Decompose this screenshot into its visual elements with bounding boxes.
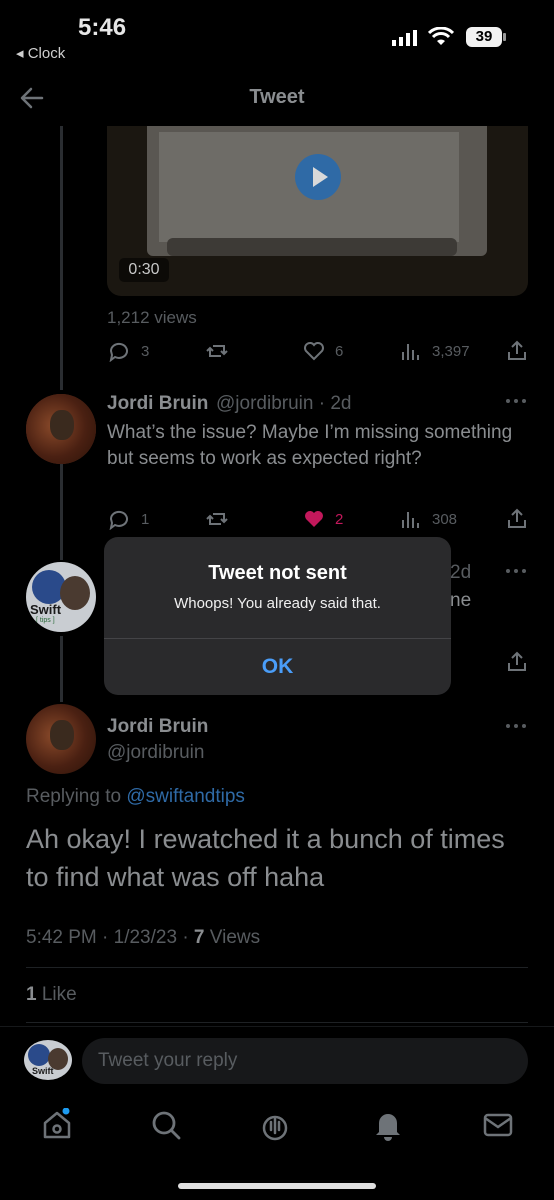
back-arrow-icon[interactable] xyxy=(18,84,46,112)
avatar[interactable]: Swift [ tips ] xyxy=(26,562,96,632)
thread-line xyxy=(60,126,63,390)
reply-text: What’s the issue? Maybe I’m missing some… xyxy=(107,422,513,469)
ok-button[interactable]: OK xyxy=(104,638,451,695)
thread-line xyxy=(60,636,63,702)
tweet-views-count: 7 xyxy=(193,927,205,948)
share-icon[interactable] xyxy=(506,650,528,672)
share-icon[interactable] xyxy=(506,339,528,361)
views-icon[interactable] xyxy=(400,508,420,530)
video-duration: 0:30 xyxy=(119,258,169,282)
more-icon[interactable] xyxy=(505,721,527,731)
wifi-icon xyxy=(428,27,454,45)
reply-input[interactable]: Tweet your reply xyxy=(82,1038,528,1084)
dialog-title: Tweet not sent xyxy=(208,562,347,584)
composer-avatar: Swift xyxy=(24,1040,72,1080)
page-title: Tweet xyxy=(249,86,305,108)
replying-handle-link[interactable]: @swiftandtips xyxy=(126,786,245,807)
divider xyxy=(26,967,528,968)
tweet-actions: 3 6 3,397 xyxy=(107,338,528,364)
tweet-meta: 5:42 PM · 1/23/23 · 7 Views xyxy=(26,927,260,949)
video-player[interactable]: 0:30 xyxy=(107,126,528,296)
reply-author-name[interactable]: Jordi Bruin xyxy=(107,393,208,415)
tweet-likes[interactable]: 1 Like xyxy=(26,984,77,1006)
replying-to: Replying to @swiftandtips xyxy=(26,786,245,808)
reply-icon[interactable] xyxy=(107,340,129,362)
alert-dialog: Tweet not sent Whoops! You already said … xyxy=(104,537,451,695)
views-count: 308 xyxy=(432,511,458,528)
avatar-face xyxy=(50,720,74,750)
avatar-sublabel: [ tips ] xyxy=(36,617,55,624)
retweet-icon[interactable] xyxy=(205,508,229,530)
avatar[interactable] xyxy=(26,704,96,774)
reply-text-peek: ne xyxy=(450,590,472,611)
thread-line xyxy=(60,460,63,560)
media-views: 1,212 views xyxy=(107,308,197,327)
battery-indicator: 39 xyxy=(466,27,502,47)
avatar-label: Swift xyxy=(32,1066,54,1076)
retweet-icon[interactable] xyxy=(205,340,229,362)
like-count: 6 xyxy=(335,343,344,360)
avatar[interactable] xyxy=(26,394,96,464)
play-button[interactable] xyxy=(295,154,341,200)
status-bar: 5:46 ◂ Clock 39 xyxy=(0,0,554,70)
views-icon[interactable] xyxy=(400,340,420,362)
battery-cap xyxy=(503,33,506,41)
spaces-icon[interactable] xyxy=(258,1108,292,1142)
tweet-text: Ah okay! I rewatched it a bunch of times… xyxy=(26,824,505,892)
back-to-app-link[interactable]: ◂ Clock xyxy=(16,44,65,62)
divider xyxy=(26,1022,528,1023)
likes-count: 1 xyxy=(26,984,37,1005)
video-dock xyxy=(167,238,457,256)
composer-divider xyxy=(0,1026,554,1027)
reply-placeholder: Tweet your reply xyxy=(98,1050,238,1071)
avatar-face xyxy=(50,410,74,440)
status-time: 5:46 xyxy=(78,14,127,41)
likes-label: Like xyxy=(36,984,77,1005)
home-icon[interactable] xyxy=(40,1108,74,1142)
messages-icon[interactable] xyxy=(481,1108,515,1142)
signal-icon xyxy=(392,30,417,46)
avatar-label: Swift xyxy=(30,602,62,617)
like-count: 2 xyxy=(335,511,344,528)
avatar-memoji xyxy=(60,576,90,610)
views-count: 3,397 xyxy=(432,343,470,360)
search-icon[interactable] xyxy=(149,1108,183,1142)
avatar-logo xyxy=(28,1044,50,1066)
tweet-time-date: 5:42 PM · 1/23/23 · xyxy=(26,927,194,948)
replying-prefix: Replying to xyxy=(26,786,127,807)
dialog-message: Whoops! You already said that. xyxy=(174,595,381,612)
share-icon[interactable] xyxy=(506,507,528,529)
home-indicator xyxy=(178,1183,376,1189)
reply-time-peek: 2d xyxy=(450,562,472,583)
reply-icon[interactable] xyxy=(107,508,129,530)
more-icon[interactable] xyxy=(505,566,527,576)
like-icon[interactable] xyxy=(303,508,325,530)
like-icon[interactable] xyxy=(303,340,325,362)
author-name[interactable]: Jordi Bruin xyxy=(107,716,208,738)
reply-count: 1 xyxy=(141,511,150,528)
reply-author-handle[interactable]: @jordibruin · 2d xyxy=(216,393,351,415)
play-icon xyxy=(313,167,328,187)
notifications-icon[interactable] xyxy=(371,1108,405,1142)
more-icon[interactable] xyxy=(505,396,527,406)
author-handle[interactable]: @jordibruin xyxy=(107,742,204,764)
tweet-views-label: Views xyxy=(204,927,261,948)
reply-count: 3 xyxy=(141,343,150,360)
reply-actions: 1 2 308 xyxy=(107,506,528,532)
top-nav: Tweet xyxy=(0,70,554,126)
